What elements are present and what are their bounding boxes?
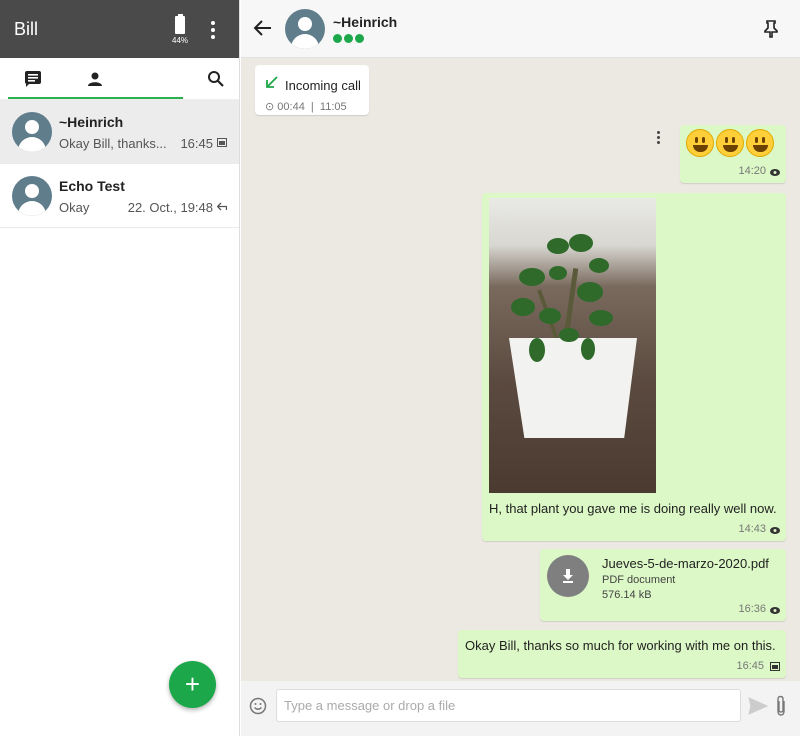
- file-message: Jueves-5-de-marzo-2020.pdf PDF document …: [540, 549, 786, 621]
- chat-last-message: Okay Bill, thanks...: [59, 135, 167, 151]
- chat-list-panel: Bill 44% ~Heinrich Okay Bill, thanks... …: [0, 0, 240, 736]
- reply-icon: [217, 202, 227, 210]
- call-duration-row: ⊙ 00:44 | 11:05: [265, 101, 347, 113]
- contact-avatar[interactable]: [285, 9, 325, 49]
- seen-eye-icon: [770, 607, 780, 614]
- search-icon: [208, 71, 224, 87]
- send-icon[interactable]: [748, 697, 768, 715]
- tab-contacts[interactable]: [66, 58, 124, 100]
- message-time: 14:43: [738, 523, 766, 535]
- chat-item-echo-test[interactable]: Echo Test Okay 22. Oct., 19:48: [0, 164, 239, 228]
- file-name[interactable]: Jueves-5-de-marzo-2020.pdf: [602, 556, 769, 571]
- photo-message: H, that plant you gave me is doing reall…: [482, 193, 786, 541]
- pin-icon[interactable]: [764, 20, 778, 38]
- message-options-icon[interactable]: [657, 131, 660, 144]
- menu-icon[interactable]: [211, 21, 215, 39]
- message-time: 14:20: [738, 165, 766, 177]
- read-status-icon: [217, 137, 227, 147]
- download-button[interactable]: [547, 555, 589, 597]
- chat-item-heinrich[interactable]: ~Heinrich Okay Bill, thanks... 16:45: [0, 100, 239, 164]
- new-chat-button[interactable]: +: [169, 661, 216, 708]
- attachment-icon[interactable]: [774, 695, 788, 717]
- photo-caption: H, that plant you gave me is doing reall…: [489, 501, 777, 516]
- incoming-call-icon: [266, 76, 278, 88]
- message-text: Okay Bill, thanks so much for working wi…: [465, 638, 776, 653]
- seen-eye-icon: [770, 527, 780, 534]
- grinning-face-icon: [716, 129, 744, 157]
- contact-name[interactable]: ~Heinrich: [333, 14, 397, 30]
- sent-status-icon: [770, 662, 780, 671]
- clock-icon: ⊙: [265, 101, 278, 113]
- avatar: [12, 111, 52, 152]
- plant-photo[interactable]: [489, 198, 656, 493]
- seen-eye-icon: [770, 169, 780, 176]
- message-input[interactable]: [276, 689, 741, 722]
- conversation-header: ~Heinrich: [241, 0, 800, 58]
- grinning-face-icon: [746, 129, 774, 157]
- contacts-icon: [88, 72, 102, 86]
- conversation-panel: ~Heinrich Incoming call ⊙ 00:44 | 11:05: [241, 0, 800, 736]
- account-name: Bill: [14, 18, 39, 39]
- emoji-picker-icon[interactable]: [249, 697, 267, 715]
- message-list[interactable]: Incoming call ⊙ 00:44 | 11:05 14:20 H, t…: [241, 59, 800, 681]
- back-arrow-icon[interactable]: [253, 18, 273, 38]
- active-tab-indicator: [8, 97, 183, 99]
- grinning-face-icon: [686, 129, 714, 157]
- battery-level: 44%: [172, 36, 189, 45]
- connection-status-icon: [333, 34, 364, 43]
- avatar: [12, 175, 52, 216]
- call-message: Incoming call ⊙ 00:44 | 11:05: [255, 65, 369, 115]
- sidebar-header: Bill 44%: [0, 0, 239, 58]
- chat-name: Echo Test: [59, 177, 125, 194]
- message-composer: [241, 681, 800, 736]
- chat-time: 16:45: [180, 135, 213, 151]
- chat-name: ~Heinrich: [59, 113, 124, 130]
- file-type: PDF document: [602, 574, 676, 586]
- chats-icon: [25, 70, 41, 87]
- call-duration: 00:44: [277, 101, 305, 113]
- tab-chats[interactable]: [4, 58, 62, 100]
- battery-icon: 44%: [172, 14, 188, 45]
- emoji-message: 14:20: [680, 125, 786, 183]
- call-time: 11:05: [319, 101, 347, 113]
- file-size: 576.14 kB: [602, 589, 652, 601]
- sidebar-tabs: [0, 58, 239, 100]
- message-time: 16:36: [738, 603, 766, 615]
- message-time: 16:45: [736, 660, 764, 672]
- chat-time: 22. Oct., 19:48: [127, 199, 213, 215]
- chat-last-message: Okay: [59, 199, 90, 215]
- text-message: Okay Bill, thanks so much for working wi…: [458, 630, 786, 678]
- download-icon: [563, 569, 573, 583]
- search-button[interactable]: [207, 70, 225, 91]
- call-label: Incoming call: [285, 78, 361, 93]
